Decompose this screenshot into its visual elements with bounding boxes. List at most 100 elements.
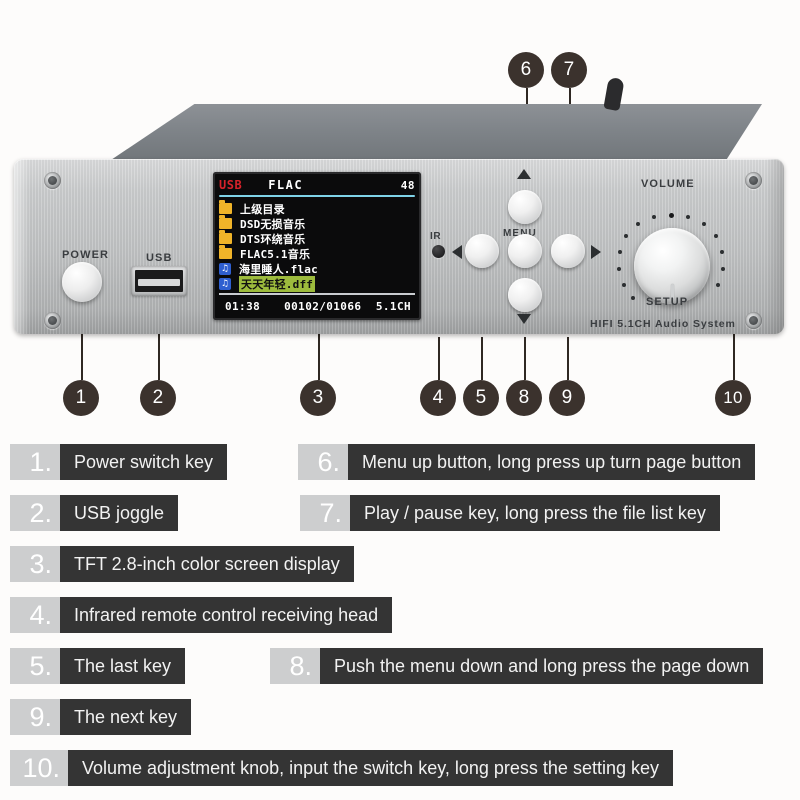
menu-down-arrow-icon — [517, 314, 531, 324]
legend-row-9: 9. The next key — [10, 699, 192, 735]
music-note-icon: ♫ — [219, 277, 231, 290]
tft-screen-display[interactable]: USB FLAC 48 上级目录 DSD无损音乐 DTS环绕音乐 FLAC5.1… — [213, 172, 421, 320]
legend-row-2: 2. USB joggle — [10, 495, 179, 531]
volume-knob[interactable] — [634, 228, 710, 304]
legend-text: Push the menu down and long press the pa… — [320, 648, 764, 684]
track-index: 00102/01066 — [284, 299, 362, 313]
list-item[interactable]: FLAC5.1音乐 — [219, 245, 415, 261]
callout-badge-6: 6 — [508, 52, 544, 88]
screw-top-right — [745, 172, 762, 189]
usb-port[interactable] — [131, 266, 187, 296]
channel-mode: 5.1CH — [375, 299, 411, 313]
legend-number: 5. — [10, 648, 60, 684]
infrared-receiver-icon — [432, 245, 445, 258]
callout-number: 4 — [432, 387, 444, 408]
legend-row-1: 1. Power switch key — [10, 444, 228, 480]
list-item[interactable]: 上级目录 — [219, 200, 415, 216]
legend-text: Play / pause key, long press the file li… — [350, 495, 720, 531]
file-browser-list[interactable]: 上级目录 DSD无损音乐 DTS环绕音乐 FLAC5.1音乐 ♫ 海里睡人.fl… — [219, 200, 415, 292]
callout-badge-9: 9 — [549, 380, 585, 416]
callout-number: 1 — [75, 387, 87, 408]
menu-up-arrow-icon — [517, 169, 531, 179]
list-item-label: 海里睡人.flac — [239, 262, 318, 276]
callout-number: 8 — [518, 387, 530, 408]
previous-button[interactable] — [465, 234, 499, 268]
ir-label: IR — [430, 231, 442, 242]
legend-row-7: 7. Play / pause key, long press the file… — [300, 495, 720, 531]
legend-text: Power switch key — [60, 444, 228, 480]
legend-text: The next key — [60, 699, 192, 735]
legend-number: 2. — [10, 495, 60, 531]
screen-samplerate-label: 48 — [400, 178, 415, 192]
legend-text: Menu up button, long press up turn page … — [348, 444, 756, 480]
folder-icon — [219, 215, 232, 229]
legend-row-4: 4. Infrared remote control receiving hea… — [10, 597, 393, 633]
list-item-label: 上级目录 — [240, 202, 285, 216]
legend-row-5: 5. The last key — [10, 648, 186, 684]
legend-text: Volume adjustment knob, input the switch… — [68, 750, 673, 786]
legend-text: The last key — [60, 648, 186, 684]
folder-icon — [219, 245, 232, 259]
callout-badge-4: 4 — [420, 380, 456, 416]
legend-text: USB joggle — [60, 495, 179, 531]
legend-row-10: 10. Volume adjustment knob, input the sw… — [10, 750, 673, 786]
top-panel-surface — [102, 104, 762, 166]
list-item-label: DSD无损音乐 — [240, 217, 306, 231]
callout-badge-7: 7 — [551, 52, 587, 88]
legend-row-3: 3. TFT 2.8-inch color screen display — [10, 546, 354, 582]
legend-text: Infrared remote control receiving head — [60, 597, 393, 633]
list-item[interactable]: ♫ 海里睡人.flac — [219, 261, 415, 276]
play-pause-button[interactable] — [508, 234, 542, 268]
next-button[interactable] — [551, 234, 585, 268]
callout-number: 7 — [563, 59, 575, 80]
music-note-icon: ♫ — [219, 262, 231, 275]
legend-row-6: 6. Menu up button, long press up turn pa… — [298, 444, 756, 480]
legend-number: 10. — [10, 750, 68, 786]
callout-badge-8: 8 — [506, 380, 542, 416]
screen-header-divider — [219, 195, 415, 197]
previous-arrow-icon — [452, 245, 462, 259]
legend-row-8: 8. Push the menu down and long press the… — [270, 648, 764, 684]
legend-number: 1. — [10, 444, 60, 480]
power-label: POWER — [62, 249, 110, 261]
callout-badge-1: 1 — [63, 380, 99, 416]
legend-text: TFT 2.8-inch color screen display — [60, 546, 354, 582]
screen-header: USB FLAC 48 — [219, 177, 415, 193]
legend-number: 8. — [270, 648, 320, 684]
list-item[interactable]: DSD无损音乐 — [219, 215, 415, 231]
elapsed-time: 01:38 — [225, 299, 261, 313]
callout-number: 10 — [723, 388, 743, 407]
menu-down-button[interactable] — [508, 278, 542, 312]
list-item-label: FLAC5.1音乐 — [240, 247, 311, 261]
power-button[interactable] — [62, 262, 102, 302]
callout-badge-10: 10 — [715, 380, 751, 416]
legend-number: 4. — [10, 597, 60, 633]
legend-number: 3. — [10, 546, 60, 582]
folder-icon — [219, 200, 232, 214]
screw-bottom-right — [745, 312, 762, 329]
callout-number: 9 — [561, 387, 573, 408]
callout-number: 2 — [152, 387, 164, 408]
callout-number: 3 — [312, 387, 324, 408]
callout-badge-5: 5 — [463, 380, 499, 416]
callout-badge-3: 3 — [300, 380, 336, 416]
list-item-label: DTS环绕音乐 — [240, 232, 306, 246]
folder-icon — [219, 230, 232, 244]
device-top-panel — [14, 76, 784, 167]
list-item[interactable]: DTS环绕音乐 — [219, 230, 415, 246]
menu-up-button[interactable] — [508, 190, 542, 224]
usb-label: USB — [146, 252, 173, 264]
screw-bottom-left — [44, 312, 61, 329]
screen-source-label: USB — [219, 178, 243, 192]
list-item-selected[interactable]: ♫ 天天年轻.dff — [219, 275, 415, 292]
brand-text: HIFI 5.1CH Audio System — [590, 318, 736, 330]
list-item-label: 天天年轻.dff — [239, 275, 316, 292]
next-arrow-icon — [591, 245, 601, 259]
callout-number: 5 — [475, 387, 487, 408]
legend-number: 6. — [298, 444, 348, 480]
setup-label: SETUP — [646, 296, 689, 308]
volume-label: VOLUME — [641, 178, 695, 190]
screen-status-bar: 01:38 00102/01066 5.1CH — [219, 293, 415, 315]
callout-badge-2: 2 — [140, 380, 176, 416]
screen-format-label: FLAC — [268, 178, 304, 192]
